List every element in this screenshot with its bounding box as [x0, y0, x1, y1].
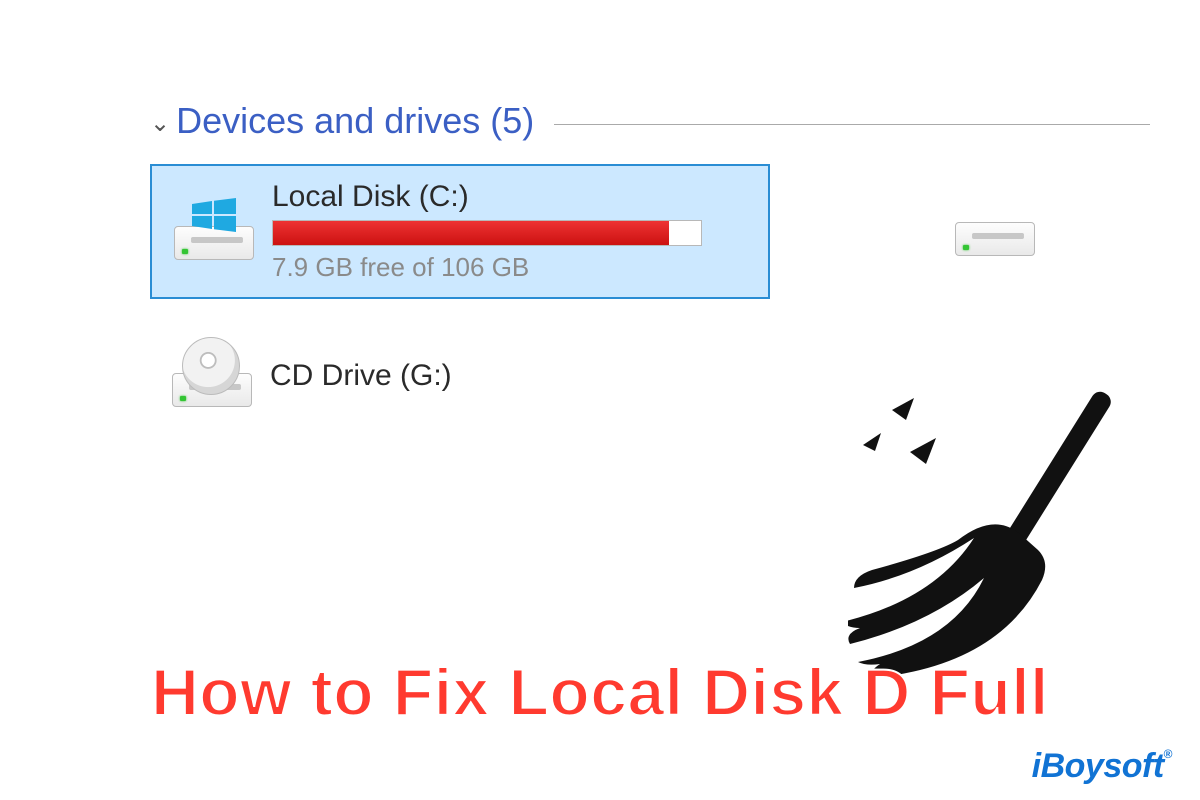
drive-c-subtext: 7.9 GB free of 106 GB	[272, 252, 750, 283]
drive-c-label: Local Disk (C:)	[272, 180, 750, 214]
os-drive-icon	[174, 204, 254, 260]
headline-text: How to Fix Local Disk D Full	[0, 654, 1200, 730]
devices-section: ⌄ Devices and drives (5) Local Disk (C:)	[150, 100, 1150, 407]
drive-item-extra[interactable]	[955, 200, 1037, 256]
capacity-bar	[272, 220, 702, 246]
capacity-fill	[273, 221, 669, 245]
section-header[interactable]: ⌄ Devices and drives (5)	[150, 100, 1150, 142]
brand-logo: iBoysoft®	[1032, 747, 1172, 786]
drive-item-c[interactable]: Local Disk (C:) 7.9 GB free of 106 GB	[150, 164, 770, 299]
section-title: Devices and drives (5)	[176, 100, 534, 142]
drive-c-info: Local Disk (C:) 7.9 GB free of 106 GB	[272, 180, 750, 283]
chevron-down-icon: ⌄	[150, 109, 170, 138]
broom-icon	[848, 390, 1148, 690]
drive-icon	[955, 200, 1037, 256]
divider	[554, 124, 1150, 125]
drive-g-label: CD Drive (G:)	[270, 359, 452, 393]
trademark-icon: ®	[1164, 747, 1172, 761]
drives-row: Local Disk (C:) 7.9 GB free of 106 GB	[150, 164, 1150, 299]
cd-drive-icon	[172, 345, 252, 407]
brand-name: iBoysoft	[1032, 747, 1164, 785]
windows-logo-icon	[192, 198, 236, 232]
